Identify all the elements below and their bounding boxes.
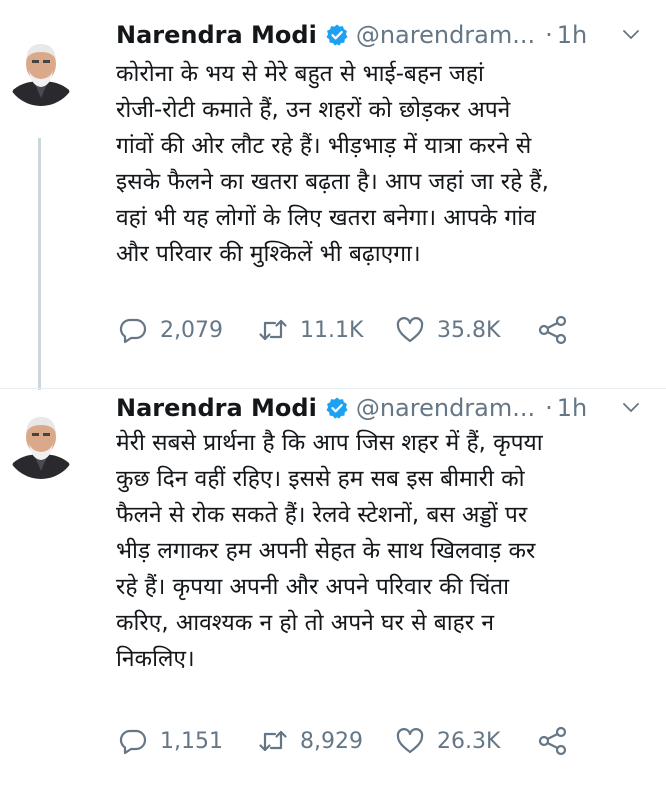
timestamp[interactable]: 1h xyxy=(557,394,587,422)
share-button[interactable] xyxy=(537,315,569,345)
reply-bubble-icon xyxy=(119,318,147,344)
share-icon xyxy=(538,726,567,756)
heart-outline-icon xyxy=(396,728,424,754)
avatar[interactable] xyxy=(5,34,77,106)
author-name[interactable]: Narendra Modi xyxy=(116,394,317,422)
timestamp[interactable]: 1h xyxy=(557,21,587,49)
verified-badge-icon xyxy=(326,397,348,419)
retweet-count: 11.1K xyxy=(300,317,364,343)
like-count: 26.3K xyxy=(437,728,501,754)
like-button[interactable]: 35.8K xyxy=(395,315,537,345)
tweet-header: Narendra Modi @narendram... · 1h xyxy=(116,393,640,423)
avatar-image xyxy=(5,34,77,106)
tweet-header: Narendra Modi @narendram... · 1h xyxy=(116,20,640,50)
reply-button[interactable]: 2,079 xyxy=(118,315,258,345)
like-count: 35.8K xyxy=(437,317,501,343)
avatar[interactable] xyxy=(5,407,77,479)
share-icon xyxy=(538,315,567,345)
separator-dot: · xyxy=(545,21,553,49)
author-handle[interactable]: @narendram... xyxy=(356,21,535,49)
avatar-image xyxy=(5,407,77,479)
tweet-2[interactable]: Narendra Modi @narendram... · 1h मेरी सब… xyxy=(0,388,666,794)
reply-count: 2,079 xyxy=(160,317,223,343)
reply-count: 1,151 xyxy=(160,728,223,754)
author-name[interactable]: Narendra Modi xyxy=(116,21,317,49)
heart-outline-icon xyxy=(396,317,424,343)
chevron-down-icon[interactable] xyxy=(622,26,640,44)
tweet-actions: 2,079 11.1K 35.8K xyxy=(118,312,569,348)
retweet-arrows-icon xyxy=(259,730,287,752)
retweet-button[interactable]: 8,929 xyxy=(258,726,395,756)
chevron-down-icon[interactable] xyxy=(622,399,640,417)
reply-bubble-icon xyxy=(119,729,147,755)
tweet-1[interactable]: Narendra Modi @narendram... · 1h कोरोना … xyxy=(0,0,666,388)
tweet-text: कोरोना के भय से मेरे बहुत से भाई-बहन जहा… xyxy=(116,61,549,267)
retweet-button[interactable]: 11.1K xyxy=(258,315,395,345)
share-button[interactable] xyxy=(537,726,569,756)
tweet-text: मेरी सबसे प्रार्थना है कि आप जिस शहर में… xyxy=(116,430,543,672)
reply-button[interactable]: 1,151 xyxy=(118,726,258,756)
author-handle[interactable]: @narendram... xyxy=(356,394,535,422)
retweet-count: 8,929 xyxy=(300,728,363,754)
verified-badge-icon xyxy=(326,24,348,46)
tweet-actions: 1,151 8,929 26.3K xyxy=(118,723,569,759)
separator-dot: · xyxy=(545,394,553,422)
retweet-arrows-icon xyxy=(259,319,287,341)
like-button[interactable]: 26.3K xyxy=(395,726,537,756)
